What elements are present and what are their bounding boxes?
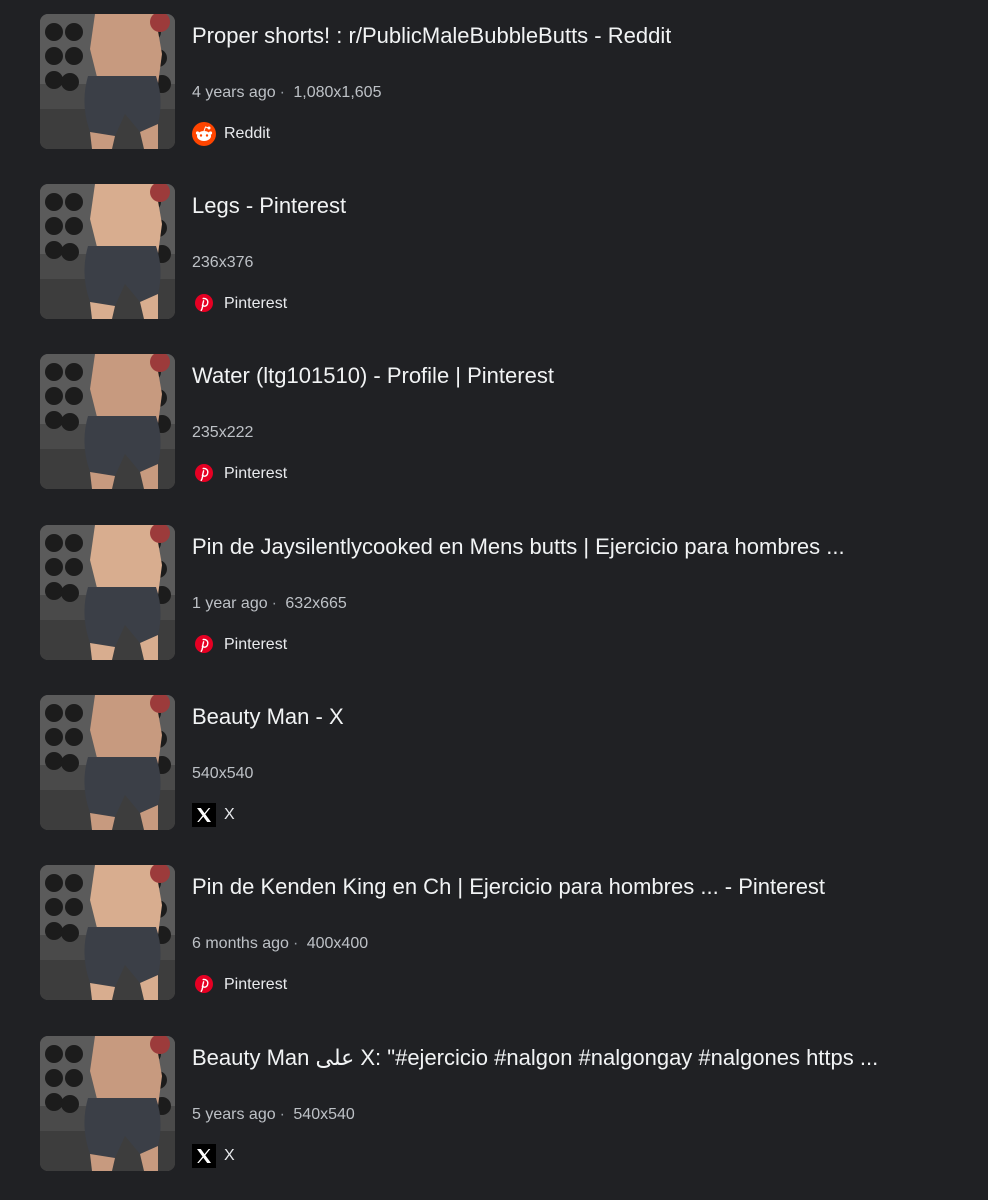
visual-matches-list: Proper shorts! : r/PublicMaleBubbleButts… <box>0 0 988 1200</box>
result-source[interactable]: Reddit <box>192 122 270 146</box>
result-meta: 1 year ago · 632x665 <box>192 594 347 614</box>
result-info: Water (ltg101510) - Profile | Pinterest … <box>192 354 952 490</box>
result-source-name: X <box>224 1147 235 1164</box>
result-thumbnail[interactable] <box>40 354 175 489</box>
result-age: 6 months ago <box>192 935 289 952</box>
result-source-name: X <box>224 806 235 823</box>
meta-separator: · <box>279 1106 285 1123</box>
result-thumbnail[interactable] <box>40 865 175 1000</box>
result-title[interactable]: Pin de Jaysilentlycooked en Mens butts |… <box>192 533 845 561</box>
result-meta: 540x540 <box>192 764 253 784</box>
result-item[interactable]: Legs - Pinterest 236x376 Pinterest <box>40 184 960 320</box>
result-item[interactable]: Beauty Man - X 540x540 X <box>40 695 960 831</box>
result-item[interactable]: Water (ltg101510) - Profile | Pinterest … <box>40 354 960 490</box>
result-title[interactable]: Proper shorts! : r/PublicMaleBubbleButts… <box>192 22 671 50</box>
pinterest-icon <box>192 973 216 997</box>
pinterest-icon <box>192 633 216 657</box>
result-source[interactable]: Pinterest <box>192 973 287 997</box>
result-item[interactable]: Proper shorts! : r/PublicMaleBubbleButts… <box>40 14 960 150</box>
result-info: Beauty Man - X 540x540 X <box>192 695 952 831</box>
result-source[interactable]: X <box>192 803 235 827</box>
result-source-name: Pinterest <box>224 295 288 312</box>
result-info: Pin de Kenden King en Ch | Ejercicio par… <box>192 865 952 1001</box>
meta-separator: · <box>279 84 285 101</box>
result-source-name: Pinterest <box>224 976 288 993</box>
result-source[interactable]: Pinterest <box>192 633 287 657</box>
result-thumbnail[interactable] <box>40 1036 175 1171</box>
result-source[interactable]: Pinterest <box>192 462 287 486</box>
result-meta: 5 years ago · 540x540 <box>192 1105 355 1125</box>
pinterest-icon <box>192 292 216 316</box>
result-dimensions: 632x665 <box>285 595 347 612</box>
result-dimensions: 540x540 <box>293 1106 355 1123</box>
result-source[interactable]: X <box>192 1144 235 1168</box>
result-title[interactable]: Legs - Pinterest <box>192 192 346 220</box>
result-thumbnail[interactable] <box>40 184 175 319</box>
result-dimensions: 540x540 <box>192 765 254 782</box>
result-age: 5 years ago <box>192 1106 276 1123</box>
result-meta: 236x376 <box>192 253 253 273</box>
result-info: Pin de Jaysilentlycooked en Mens butts |… <box>192 525 952 661</box>
result-title[interactable]: Beauty Man - X <box>192 703 344 731</box>
result-meta: 6 months ago · 400x400 <box>192 934 368 954</box>
result-thumbnail[interactable] <box>40 695 175 830</box>
result-dimensions: 1,080x1,605 <box>293 84 382 101</box>
result-dimensions: 235x222 <box>192 424 254 441</box>
reddit-icon <box>192 122 216 146</box>
result-title[interactable]: Pin de Kenden King en Ch | Ejercicio par… <box>192 873 825 901</box>
result-thumbnail[interactable] <box>40 14 175 149</box>
result-meta: 4 years ago · 1,080x1,605 <box>192 83 381 103</box>
result-age: 1 year ago <box>192 595 268 612</box>
result-meta: 235x222 <box>192 423 253 443</box>
result-thumbnail[interactable] <box>40 525 175 660</box>
result-dimensions: 400x400 <box>306 935 369 952</box>
result-source-name: Pinterest <box>224 636 288 653</box>
result-source[interactable]: Pinterest <box>192 292 287 316</box>
result-info: Proper shorts! : r/PublicMaleBubbleButts… <box>192 14 952 150</box>
result-item[interactable]: Beauty Man على X: "#ejercicio #nalgon #n… <box>40 1036 960 1172</box>
result-info: Beauty Man على X: "#ejercicio #nalgon #n… <box>192 1036 952 1172</box>
x-icon <box>192 803 216 827</box>
pinterest-icon <box>192 462 216 486</box>
result-info: Legs - Pinterest 236x376 Pinterest <box>192 184 952 320</box>
result-item[interactable]: Pin de Jaysilentlycooked en Mens butts |… <box>40 525 960 661</box>
x-icon <box>192 1144 216 1168</box>
meta-separator: · <box>271 595 277 612</box>
result-dimensions: 236x376 <box>192 254 254 271</box>
result-source-name: Pinterest <box>224 465 288 482</box>
result-title[interactable]: Water (ltg101510) - Profile | Pinterest <box>192 362 554 390</box>
result-item[interactable]: Pin de Kenden King en Ch | Ejercicio par… <box>40 865 960 1001</box>
result-source-name: Reddit <box>224 125 271 142</box>
result-title[interactable]: Beauty Man على X: "#ejercicio #nalgon #n… <box>192 1044 878 1072</box>
result-age: 4 years ago <box>192 84 276 101</box>
meta-separator: · <box>292 935 299 952</box>
